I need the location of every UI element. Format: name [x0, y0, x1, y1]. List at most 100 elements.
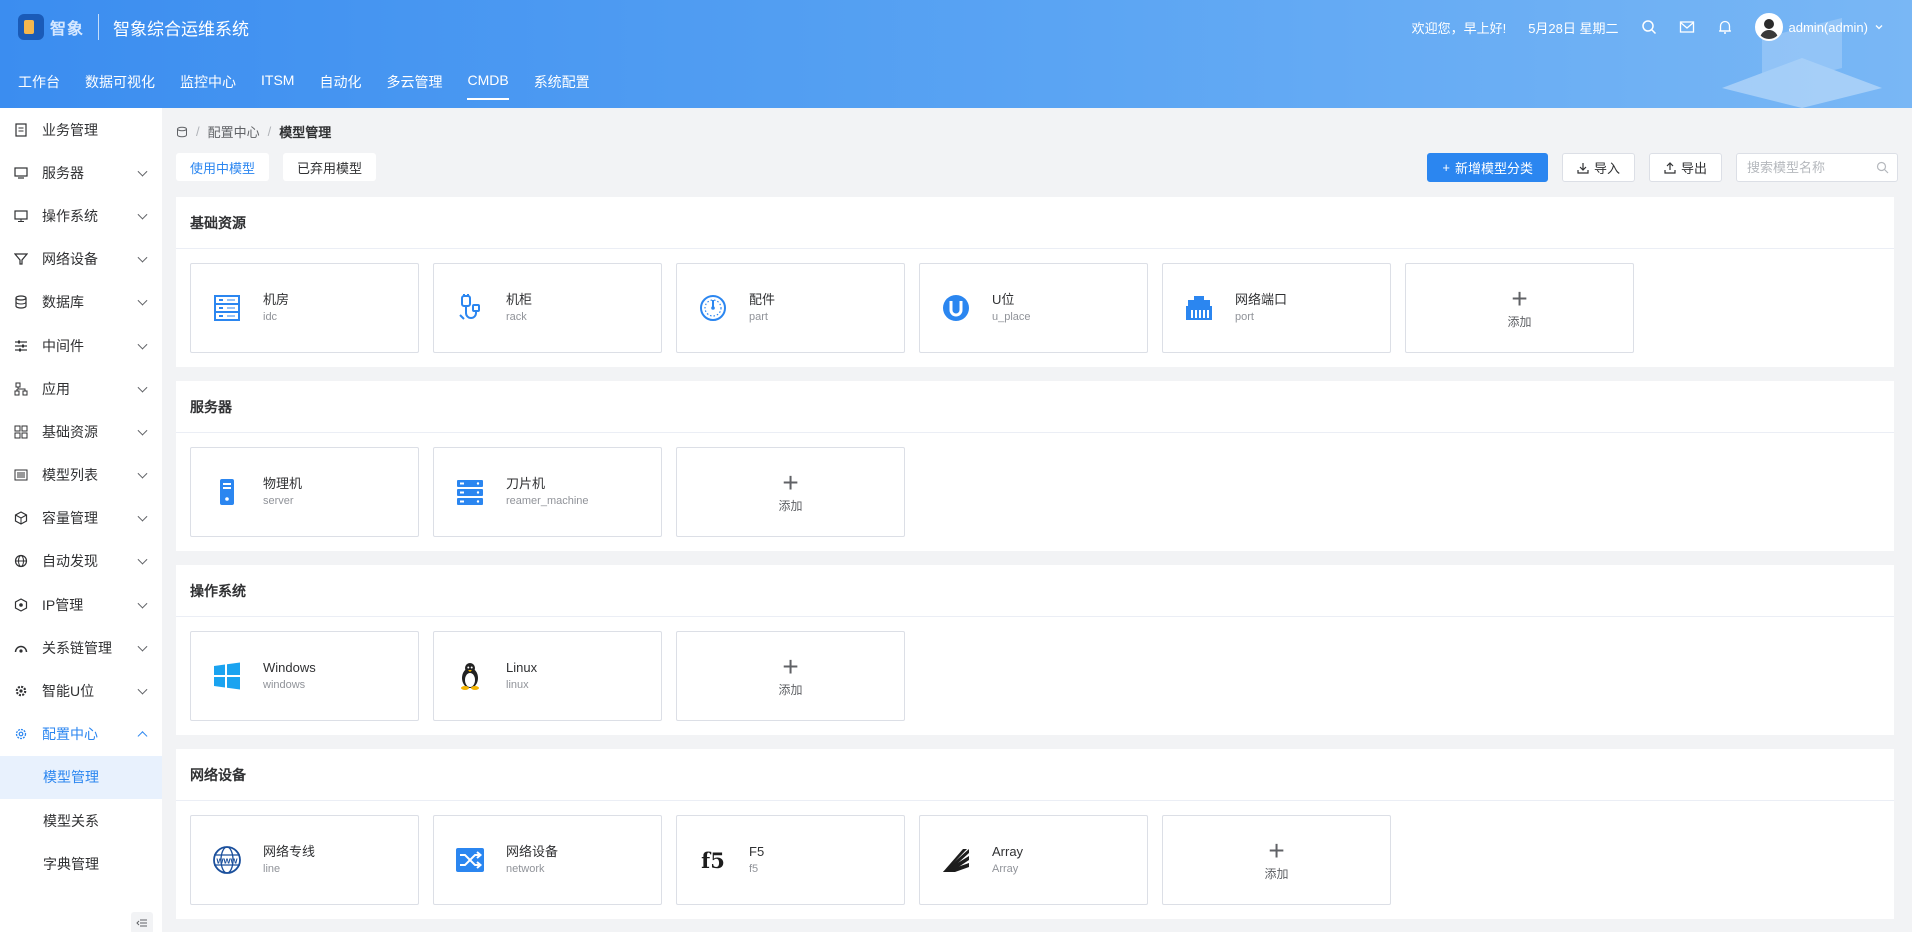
nav-itsm[interactable]: ITSM — [261, 72, 294, 100]
top-nav: 工作台 数据可视化 监控中心 ITSM 自动化 多云管理 CMDB 系统配置 — [18, 72, 615, 100]
app-title: 智象综合运维系统 — [113, 19, 250, 39]
sidebar-item-network[interactable]: 网络设备 — [0, 238, 162, 281]
header-actions: 欢迎您，早上好! 5月28日 星期二 admin(admin) — [1390, 13, 1884, 41]
nav-data-visualization[interactable]: 数据可视化 — [85, 72, 155, 100]
download-icon — [1577, 162, 1589, 174]
nav-workbench[interactable]: 工作台 — [18, 72, 60, 100]
collapse-menu-icon — [136, 919, 147, 927]
model-card[interactable]: 机房 idc — [190, 263, 419, 353]
card-name: F5 — [749, 844, 765, 859]
add-category-button[interactable]: + 新增模型分类 — [1427, 153, 1548, 182]
nav-automation[interactable]: 自动化 — [319, 72, 361, 100]
card-code: line — [263, 863, 281, 875]
model-search — [1736, 153, 1898, 182]
breadcrumb-item[interactable]: 配置中心 — [208, 122, 260, 141]
f5-logo-icon: f5 — [697, 844, 729, 876]
sidebar-item-capacity[interactable]: 容量管理 — [0, 497, 162, 540]
search-button[interactable] — [1641, 19, 1657, 35]
card-name: U位 — [992, 292, 1015, 307]
add-model-card[interactable]: + 添加 — [676, 631, 905, 721]
export-button[interactable]: 导出 — [1648, 153, 1722, 182]
sidebar-collapse-button[interactable] — [131, 912, 153, 932]
sidebar: 业务管理 服务器 操作系统 网络设备 数据库 中间件 应用 基础资源 模型列表 … — [0, 108, 162, 932]
sidebar-subitem-model-management[interactable]: 模型管理 — [0, 755, 162, 799]
plus-icon: + — [1511, 282, 1528, 314]
model-card[interactable]: U位 u_place — [919, 263, 1148, 353]
u-badge-icon — [940, 292, 972, 324]
model-card[interactable]: 机柜 rack — [433, 263, 662, 353]
sidebar-item-database[interactable]: 数据库 — [0, 281, 162, 324]
model-card[interactable]: 网络端口 port — [1162, 263, 1391, 353]
model-card[interactable]: www 网络专线 line — [190, 815, 419, 905]
sidebar-item-ip[interactable]: IP管理 — [0, 583, 162, 626]
card-list: www 网络专线 line 网络设备 network f5 F5 f5 Arra… — [176, 801, 1894, 919]
sidebar-item-config-center[interactable]: 配置中心 — [0, 713, 162, 756]
model-card[interactable]: 刀片机 reamer_machine — [433, 447, 662, 537]
add-label: 添加 — [778, 682, 803, 697]
model-card[interactable]: 网络设备 network — [433, 815, 662, 905]
model-card[interactable]: Linux linux — [433, 631, 662, 721]
breadcrumb: / 配置中心 / 模型管理 — [176, 122, 331, 141]
model-card[interactable]: f5 F5 f5 — [676, 815, 905, 905]
model-section-servers: 服务器 物理机 server 刀片机 reamer_machine + 添加 — [176, 381, 1894, 551]
import-label: 导入 — [1593, 161, 1620, 176]
add-label: 添加 — [778, 498, 803, 513]
mail-button[interactable] — [1679, 19, 1695, 35]
user-menu[interactable]: admin(admin) — [1754, 13, 1884, 41]
search-icon[interactable] — [1876, 161, 1889, 174]
brand[interactable]: 智象 智象综合运维系统 — [18, 12, 249, 42]
sidebar-item-business[interactable]: 业务管理 — [0, 108, 162, 151]
sidebar-item-label: 模型列表 — [42, 467, 98, 484]
sidebar-item-os[interactable]: 操作系统 — [0, 194, 162, 237]
card-code: f5 — [749, 863, 759, 875]
tab-in-use-models[interactable]: 使用中模型 — [176, 153, 270, 181]
sidebar-item-relations[interactable]: 关系链管理 — [0, 626, 162, 669]
chevron-down-icon — [137, 598, 148, 609]
www-globe-icon: www — [211, 844, 243, 876]
card-name: 网络设备 — [506, 844, 559, 859]
section-title: 服务器 — [176, 381, 1894, 433]
nav-multicloud[interactable]: 多云管理 — [386, 72, 442, 100]
sidebar-subitem-dictionary[interactable]: 字典管理 — [0, 842, 162, 885]
logo-text: 智象 — [50, 21, 85, 38]
card-code: server — [263, 495, 294, 507]
section-title: 操作系统 — [176, 565, 1894, 617]
add-model-card[interactable]: + 添加 — [1405, 263, 1634, 353]
nav-system-config[interactable]: 系统配置 — [534, 72, 590, 100]
add-model-card[interactable]: + 添加 — [1162, 815, 1391, 905]
database-icon[interactable] — [176, 126, 188, 138]
search-input[interactable] — [1737, 154, 1897, 181]
card-name: Windows — [263, 660, 316, 675]
model-card[interactable]: 物理机 server — [190, 447, 419, 537]
model-section-base-resources: 基础资源 机房 idc 机柜 rack 配件 part U位 u_place 网… — [176, 197, 1894, 367]
server-rack-icon — [211, 292, 243, 324]
add-model-card[interactable]: + 添加 — [676, 447, 905, 537]
import-button[interactable]: 导入 — [1561, 153, 1635, 182]
nav-cmdb[interactable]: CMDB — [467, 72, 509, 100]
sidebar-item-discovery[interactable]: 自动发现 — [0, 540, 162, 583]
date-label: 5月28日 星期二 — [1528, 20, 1619, 36]
model-card[interactable]: 配件 part — [676, 263, 905, 353]
tab-deprecated-models[interactable]: 已弃用模型 — [283, 153, 377, 181]
card-name: 机房 — [263, 292, 290, 307]
sidebar-item-middleware[interactable]: 中间件 — [0, 324, 162, 367]
model-card[interactable]: Windows windows — [190, 631, 419, 721]
nav-monitoring[interactable]: 监控中心 — [180, 72, 236, 100]
card-code: linux — [506, 679, 529, 691]
array-logo-icon — [940, 844, 972, 876]
gauge-icon — [697, 292, 729, 324]
card-code: part — [749, 311, 768, 323]
network-switch-icon — [454, 844, 486, 876]
export-label: 导出 — [1680, 161, 1707, 176]
sidebar-item-servers[interactable]: 服务器 — [0, 151, 162, 194]
sidebar-item-apps[interactable]: 应用 — [0, 367, 162, 410]
sidebar-item-model-list[interactable]: 模型列表 — [0, 454, 162, 497]
card-name: 网络专线 — [263, 844, 316, 859]
sidebar-item-base-resources[interactable]: 基础资源 — [0, 410, 162, 453]
sidebar-subitem-model-relations[interactable]: 模型关系 — [0, 799, 162, 842]
notification-button[interactable] — [1717, 19, 1733, 35]
card-name: 刀片机 — [506, 476, 546, 491]
server-icon — [14, 167, 28, 179]
sidebar-item-smart-u[interactable]: 智能U位 — [0, 669, 162, 712]
model-card[interactable]: Array Array — [919, 815, 1148, 905]
